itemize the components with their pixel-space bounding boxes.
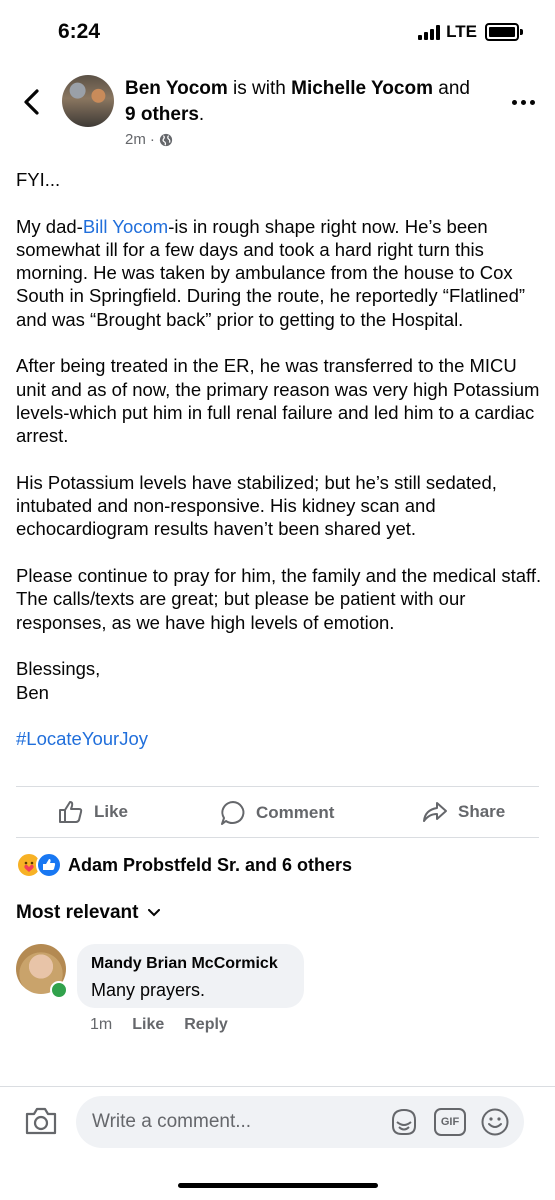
globe-icon: [159, 133, 172, 146]
reactions-text: Adam Probstfeld Sr. and 6 others: [68, 854, 353, 875]
post-time[interactable]: 2m: [125, 131, 146, 148]
period: .: [198, 104, 205, 125]
signoff-line-1: Blessings,: [16, 658, 101, 680]
comment-text: Many prayers.: [91, 980, 206, 1000]
comment-input[interactable]: Write a comment... GIF: [76, 1096, 524, 1148]
post-paragraph-3: His Potassium levels have stabilized; bu…: [16, 471, 497, 540]
comment-time: 1m: [90, 1016, 113, 1033]
post-paragraph-2: After being treated in the ER, he was tr…: [16, 355, 540, 447]
divider: [16, 837, 539, 838]
signoff-line-2: Ben: [16, 681, 49, 703]
gif-icon[interactable]: GIF: [434, 1108, 466, 1136]
battery-icon: [485, 23, 523, 41]
comment-bubble[interactable]: Mandy Brian McCormick Many prayers.: [77, 944, 304, 1008]
comment-button[interactable]: Comment: [220, 800, 334, 826]
status-time: 6:24: [58, 20, 101, 43]
with-text: is with: [227, 78, 292, 99]
chevron-down-icon: [148, 909, 161, 917]
signal-icon: [418, 24, 441, 40]
meta-dot: ·: [149, 131, 155, 148]
author-avatar[interactable]: [62, 75, 114, 127]
back-arrow-icon[interactable]: [20, 88, 44, 116]
post-intro: FYI...: [16, 169, 61, 190]
filter-label: Most relevant: [16, 902, 139, 923]
like-reaction-icon: [36, 852, 62, 878]
hashtag-link[interactable]: #LocateYourJoy: [16, 727, 546, 750]
comments-filter-dropdown[interactable]: Most relevant: [16, 902, 161, 924]
share-icon: [423, 802, 447, 822]
share-label: Share: [458, 802, 506, 821]
gif-label: GIF: [440, 1116, 460, 1128]
composer-divider: [0, 1086, 555, 1087]
others-link[interactable]: 9 others: [125, 104, 199, 125]
comment-like-button[interactable]: Like: [132, 1016, 164, 1034]
post-paragraph-4: Please continue to pray for him, the fam…: [16, 565, 542, 633]
comment-meta: 1m Like Reply: [90, 1016, 228, 1034]
online-status-dot: [50, 981, 68, 999]
post-paragraph-1: My dad-Bill Yocom-is in rough shape righ…: [16, 215, 526, 330]
emoji-icon[interactable]: [480, 1107, 510, 1137]
home-indicator: [178, 1183, 378, 1188]
divider: [16, 786, 539, 787]
comment-label: Comment: [256, 803, 335, 822]
more-options-icon[interactable]: [512, 100, 535, 105]
tagged-name[interactable]: Michelle Yocom: [291, 78, 433, 99]
reactions-summary[interactable]: Adam Probstfeld Sr. and 6 others: [16, 852, 352, 878]
status-indicators: LTE: [418, 22, 523, 42]
author-name[interactable]: Ben Yocom: [125, 78, 228, 99]
comment-reply-button[interactable]: Reply: [184, 1016, 228, 1034]
thumbs-up-icon: [59, 801, 83, 823]
mention-link[interactable]: Bill Yocom: [83, 216, 168, 237]
share-button[interactable]: Share: [422, 800, 505, 824]
comment-icon: [221, 801, 245, 825]
sticker-icon[interactable]: [388, 1106, 420, 1138]
commenter-name[interactable]: Mandy Brian McCormick: [91, 955, 278, 973]
and-text: and: [432, 78, 470, 99]
camera-icon[interactable]: [24, 1106, 58, 1136]
post-body: FYI... My dad-Bill Yocom-is in rough sha…: [16, 168, 546, 750]
status-bar: 6:24 LTE: [0, 0, 555, 62]
like-button[interactable]: Like: [58, 800, 128, 824]
composer-icons: GIF: [388, 1106, 510, 1138]
comment-input-placeholder: Write a comment...: [92, 1111, 252, 1132]
post-header: Ben Yocom is with Michelle Yocom and 9 o…: [125, 76, 485, 128]
post-meta: 2m ·: [125, 131, 173, 148]
like-label: Like: [94, 802, 129, 821]
network-label: LTE: [446, 22, 477, 41]
